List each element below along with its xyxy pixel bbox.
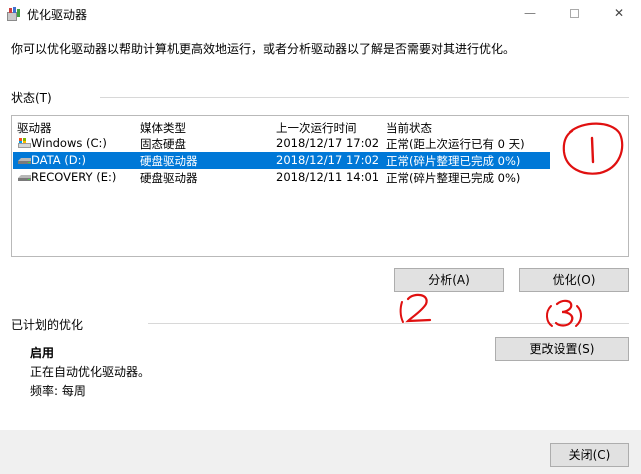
column-header-last-run[interactable]: 上一次运行时间 (276, 120, 357, 136)
media-type: 硬盘驱动器 (140, 154, 198, 168)
close-icon: ✕ (613, 6, 625, 20)
change-settings-button[interactable]: 更改设置(S) (495, 337, 629, 361)
schedule-section-label: 已计划的优化 (11, 318, 84, 332)
column-header-drive[interactable]: 驱动器 (17, 120, 52, 136)
drive-name: Windows (C:) (31, 136, 107, 150)
close-button[interactable]: 关闭(C) (550, 443, 629, 467)
hard-drive-icon (18, 158, 31, 164)
drive-list[interactable]: 驱动器 媒体类型 上一次运行时间 当前状态 Windows (C:) 固态硬盘 … (11, 115, 629, 257)
drive-row-c[interactable]: Windows (C:) 固态硬盘 2018/12/17 17:02 正常(距上… (13, 135, 550, 152)
drive-row-e[interactable]: RECOVERY (E:) 硬盘驱动器 2018/12/11 14:01 正常(… (13, 169, 550, 186)
column-header-current-status[interactable]: 当前状态 (386, 120, 432, 136)
media-type: 固态硬盘 (140, 137, 186, 151)
status-section-label: 状态(T) (11, 91, 52, 105)
media-type: 硬盘驱动器 (140, 171, 198, 185)
windows-drive-icon (18, 138, 31, 148)
minimize-button[interactable]: — (508, 0, 552, 28)
current-status: 正常(碎片整理已完成 0%) (386, 154, 521, 168)
maximize-icon (569, 9, 579, 18)
maximize-button[interactable] (552, 0, 596, 28)
current-status: 正常(距上次运行已有 0 天) (386, 137, 525, 151)
schedule-detail: 正在自动优化驱动器。 (30, 365, 151, 379)
window-title: 优化驱动器 (27, 8, 88, 22)
title-bar: 优化驱动器 — ✕ (0, 0, 641, 28)
schedule-frequency: 频率: 每周 (30, 384, 86, 398)
hard-drive-icon (18, 175, 31, 181)
last-run-time: 2018/12/17 17:02 (276, 136, 380, 150)
drive-name: DATA (D:) (31, 153, 86, 167)
schedule-state: 启用 (30, 346, 55, 360)
analyze-button[interactable]: 分析(A) (394, 268, 504, 292)
drive-name: RECOVERY (E:) (31, 170, 117, 184)
status-divider (100, 97, 629, 98)
dialog-footer (0, 430, 641, 474)
defrag-app-icon (7, 7, 20, 21)
last-run-time: 2018/12/17 17:02 (276, 153, 380, 167)
current-status: 正常(碎片整理已完成 0%) (386, 171, 521, 185)
description-text: 你可以优化驱动器以帮助计算机更高效地运行，或者分析驱动器以了解是否需要对其进行优… (11, 42, 516, 56)
minimize-icon: — (524, 6, 536, 20)
annotation-circle-1 (562, 122, 624, 175)
close-window-button[interactable]: ✕ (597, 0, 641, 28)
annotation-number-2 (399, 293, 432, 323)
optimize-button[interactable]: 优化(O) (519, 268, 629, 292)
column-header-media-type[interactable]: 媒体类型 (140, 120, 186, 136)
drive-row-d[interactable]: DATA (D:) 硬盘驱动器 2018/12/17 17:02 正常(碎片整理… (13, 152, 550, 169)
annotation-number-3 (546, 299, 582, 327)
last-run-time: 2018/12/11 14:01 (276, 170, 380, 184)
